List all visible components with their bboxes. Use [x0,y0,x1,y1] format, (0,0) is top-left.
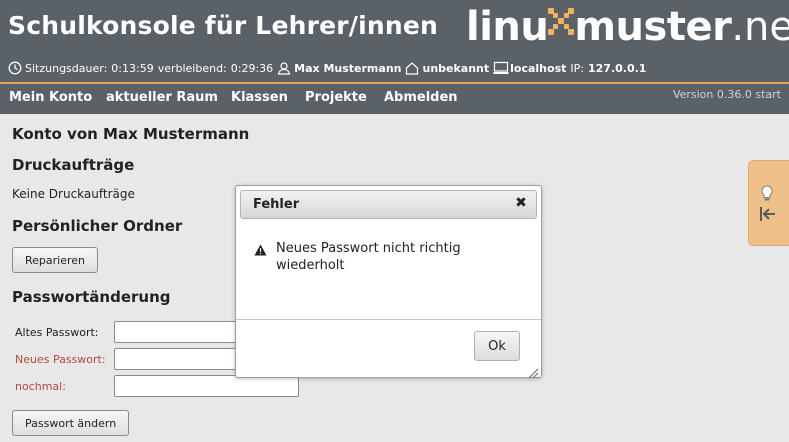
collapse-left-icon[interactable] [759,206,777,226]
clock-icon [8,61,22,75]
session-ip-value: 127.0.0.1 [587,61,647,75]
version-label: Version 0.36.0 start [672,88,781,101]
linuxmuster-logo: linu muster.net [466,4,789,50]
session-room: unbekannt [422,61,490,75]
change-password-button[interactable]: Passwort ändern [12,410,130,436]
logo-text-part1: linu [466,4,549,50]
print-jobs-title: Druckaufträge [12,156,135,174]
old-password-label: Altes Passwort: [15,326,99,339]
print-jobs-empty-text: Keine Druckaufträge [12,187,135,201]
room-icon [405,61,419,75]
warning-icon [254,241,267,256]
new-password-label: Neues Passwort: [15,353,106,366]
logo-x-icon [546,4,576,50]
repeat-password-input[interactable] [114,375,299,397]
session-remaining-value: 0:29:36 [230,61,274,75]
ok-button[interactable]: Ok [474,331,520,361]
logo-text-part2: muster [574,4,732,50]
resize-grip-icon[interactable] [528,364,539,379]
user-icon [277,61,291,75]
dialog-title: Fehler [253,197,300,212]
lightbulb-icon [760,185,774,207]
error-dialog: Fehler ✖ Neues Passwort nicht richtig wi… [235,185,542,379]
logo-text-part3: .net [731,4,789,50]
session-duration-value: 0:13:59 [111,61,154,75]
nav-item-mein-konto[interactable]: Mein Konto [9,90,92,105]
app-title: Schulkonsole für Lehrer/innen [8,11,439,40]
session-remaining-label: verbleibend: [157,61,227,75]
personal-folder-title: Persönlicher Ordner [12,217,183,235]
nav-item-abmelden[interactable]: Abmelden [384,90,458,105]
dialog-header[interactable]: Fehler ✖ [240,190,537,219]
repeat-password-label: nochmal: [15,380,66,393]
session-duration-label: Sitzungsdauer: [25,61,108,75]
nav-item-klassen[interactable]: Klassen [231,90,288,105]
session-ip-label: IP: [570,61,584,75]
account-title: Konto von Max Mustermann [12,125,250,143]
close-icon[interactable]: ✖ [514,196,528,210]
dialog-message: Neues Passwort nicht richtig wiederholt [276,241,461,273]
repair-button[interactable]: Reparieren [12,247,99,273]
main-navigation: Mein Konto aktueller Raum Klassen Projek… [0,84,789,114]
dialog-divider [236,319,541,320]
nav-item-projekte[interactable]: Projekte [305,90,367,105]
computer-icon [493,61,509,75]
password-change-title: Passwortänderung [12,288,171,306]
help-side-tab[interactable] [748,160,789,246]
nav-item-aktueller-raum[interactable]: aktueller Raum [106,90,218,105]
header-bar: Schulkonsole für Lehrer/innen linu muster… [0,0,789,82]
session-user: Max Mustermann [294,61,402,75]
session-host: localhost [510,61,567,75]
session-info-bar: Sitzungsdauer: 0:13:59 verbleibend: 0:29… [8,61,646,75]
